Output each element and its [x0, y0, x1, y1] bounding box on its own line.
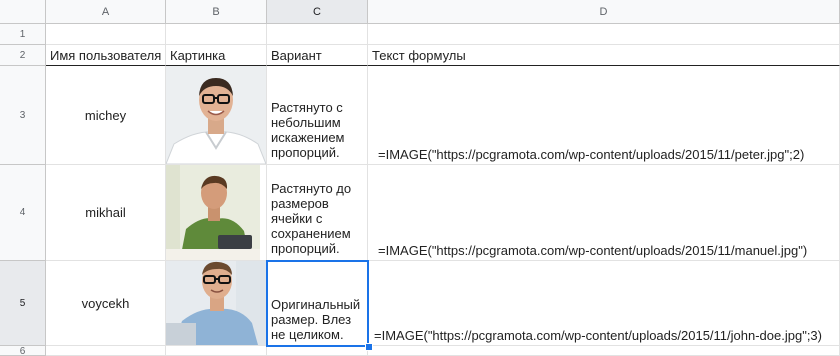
cell-d6[interactable] — [368, 346, 840, 356]
cell-a2-header[interactable]: Имя пользователя — [46, 45, 166, 66]
column-header-b[interactable]: B — [166, 0, 267, 24]
cell-d1[interactable] — [368, 24, 840, 45]
cell-d4-formula[interactable]: =IMAGE("https://pcgramota.com/wp-content… — [368, 165, 840, 261]
column-header-d[interactable]: D — [368, 0, 840, 24]
row-header-2[interactable]: 2 — [0, 45, 46, 66]
portrait-image-peter — [166, 66, 266, 164]
variant-text: Оригинальный размер. Влез не целиком. — [271, 297, 361, 342]
cell-b3-image[interactable] — [166, 66, 267, 165]
cell-b4-image[interactable] — [166, 165, 267, 261]
cell-b6[interactable] — [166, 346, 267, 356]
spreadsheet-grid: A B C D 1 2 3 4 5 6 Имя пользователя Кар… — [0, 0, 840, 356]
cell-c5-variant[interactable]: Оригинальный размер. Влез не целиком. — [267, 261, 368, 346]
row-header-6[interactable]: 6 — [0, 346, 46, 356]
cell-d5-formula[interactable]: =IMAGE("https://pcgramota.com/wp-content… — [368, 261, 840, 346]
username: michey — [84, 107, 127, 123]
variant-text: Растянуто до размеров ячейки с сохранени… — [271, 181, 352, 256]
cell-a3-name[interactable]: michey — [46, 66, 166, 165]
header-formula-text: Текст формулы — [372, 48, 466, 63]
cell-b1[interactable] — [166, 24, 267, 45]
column-header-c[interactable]: C — [267, 0, 368, 24]
row-header-5[interactable]: 5 — [0, 261, 46, 346]
row-header-3[interactable]: 3 — [0, 66, 46, 165]
cell-b2-header[interactable]: Картинка — [166, 45, 267, 66]
select-all-corner[interactable] — [0, 0, 46, 24]
variant-text: Растянуто с небольшим искажением пропорц… — [271, 100, 345, 160]
cell-a1[interactable] — [46, 24, 166, 45]
header-picture: Картинка — [170, 48, 226, 63]
username: mikhail — [85, 205, 126, 220]
formula-text: =IMAGE("https://pcgramota.com/wp-content… — [378, 243, 808, 258]
username: voycekh — [81, 295, 130, 311]
column-header-a[interactable]: A — [46, 0, 166, 24]
cell-d3-formula[interactable]: =IMAGE("https://pcgramota.com/wp-content… — [368, 66, 840, 165]
portrait-image-manuel — [166, 165, 260, 260]
header-variant: Вариант — [271, 48, 322, 63]
row-header-4[interactable]: 4 — [0, 165, 46, 261]
cell-b5-image[interactable] — [166, 261, 267, 346]
cell-a4-name[interactable]: mikhail — [46, 165, 166, 261]
cell-c1[interactable] — [267, 24, 368, 45]
cell-d2-header[interactable]: Текст формулы — [368, 45, 840, 66]
cell-c4-variant[interactable]: Растянуто до размеров ячейки с сохранени… — [267, 165, 368, 261]
fill-handle[interactable] — [365, 343, 373, 351]
header-username: Имя пользователя — [50, 48, 162, 63]
row-header-1[interactable]: 1 — [0, 24, 46, 45]
formula-text: =IMAGE("https://pcgramota.com/wp-content… — [374, 328, 822, 343]
formula-text: =IMAGE("https://pcgramota.com/wp-content… — [378, 147, 805, 162]
portrait-image-john-doe — [166, 261, 266, 345]
cell-a6[interactable] — [46, 346, 166, 356]
cell-c6[interactable] — [267, 346, 368, 356]
cell-a5-name[interactable]: voycekh — [46, 261, 166, 346]
cell-c2-header[interactable]: Вариант — [267, 45, 368, 66]
cell-c3-variant[interactable]: Растянуто с небольшим искажением пропорц… — [267, 66, 368, 165]
